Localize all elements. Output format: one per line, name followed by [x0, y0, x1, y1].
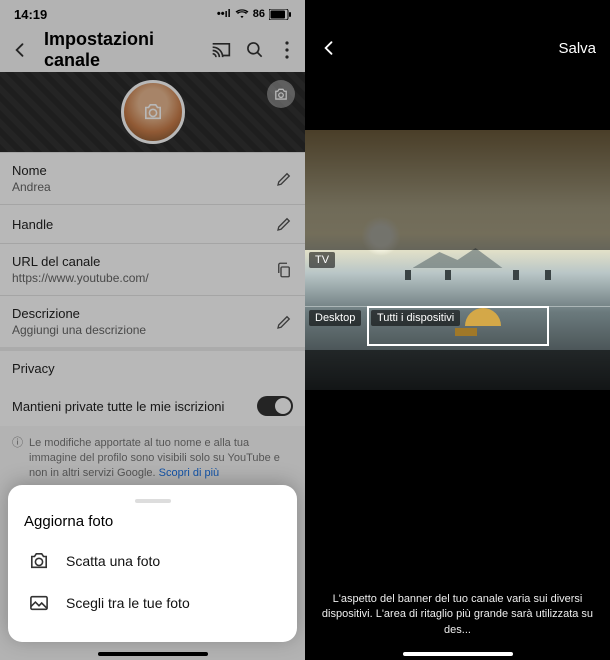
battery-level: 86: [253, 8, 265, 20]
pencil-icon[interactable]: [275, 313, 293, 331]
signal-icon: ••ıl: [217, 8, 231, 20]
take-photo-option[interactable]: Scatta una foto: [24, 540, 281, 582]
boat-graphic: [513, 270, 519, 280]
crop-dim-bottom: [305, 350, 610, 390]
camera-icon: [28, 552, 50, 570]
back-icon[interactable]: [319, 38, 339, 58]
banner-crop-screen: Salva TV Desktop Tutti i dispositivi L'a…: [305, 0, 610, 660]
status-time: 14:19: [14, 7, 47, 22]
home-indicator[interactable]: [98, 652, 208, 656]
save-button[interactable]: Salva: [558, 40, 596, 57]
home-indicator[interactable]: [403, 652, 513, 656]
page-title: Impostazioni canale: [44, 29, 197, 71]
boat-graphic: [405, 270, 411, 280]
copy-icon[interactable]: [275, 261, 293, 279]
row-handle[interactable]: Handle: [0, 204, 305, 243]
status-bar: [305, 0, 610, 28]
row-description[interactable]: Descrizione Aggiungi una descrizione: [0, 295, 305, 347]
take-photo-label: Scatta una foto: [66, 553, 160, 569]
learn-more-link[interactable]: Scopri di più: [159, 467, 220, 479]
description-label: Descrizione: [12, 306, 275, 321]
app-bar: Impostazioni canale: [0, 28, 305, 72]
mountain-graphic: [413, 248, 503, 268]
boat-graphic: [445, 270, 451, 280]
channel-settings-screen: 14:19 ••ıl 86 Impostazioni canale: [0, 0, 305, 660]
url-value: https://www.youtube.com/: [12, 271, 275, 285]
cast-icon[interactable]: [211, 42, 231, 59]
choose-photo-option[interactable]: Scegli tra le tue foto: [24, 582, 281, 624]
search-icon[interactable]: [245, 40, 265, 60]
name-label: Nome: [12, 163, 275, 178]
back-icon[interactable]: [10, 40, 30, 60]
sheet-title: Aggiorna foto: [24, 513, 281, 530]
photo-action-sheet: Aggiorna foto Scatta una foto Scegli tra…: [8, 485, 297, 642]
crop-caption: L'aspetto del banner del tuo canale vari…: [321, 592, 594, 638]
row-privacy-toggle: Mantieni private tutte le mie iscrizioni: [0, 386, 305, 426]
crop-label-desktop: Desktop: [309, 310, 361, 326]
info-text: Le modifiche apportate al tuo nome e all…: [29, 437, 280, 479]
status-bar: 14:19 ••ıl 86: [0, 0, 305, 28]
edit-banner-button[interactable]: [267, 80, 295, 108]
handle-label: Handle: [12, 217, 275, 232]
row-url[interactable]: URL del canale https://www.youtube.com/: [0, 243, 305, 295]
subscriptions-private-toggle[interactable]: [257, 396, 293, 416]
crop-label-tv: TV: [309, 252, 335, 268]
caption-line-2: dispositivi. L'area di ritaglio più gran…: [321, 607, 594, 638]
name-value: Andrea: [12, 180, 275, 194]
camera-icon: [142, 103, 164, 121]
privacy-heading-row: Privacy: [0, 347, 305, 386]
avatar[interactable]: [121, 80, 185, 144]
battery-icon: [269, 9, 291, 20]
row-name[interactable]: Nome Andrea: [0, 152, 305, 204]
wifi-icon: [235, 9, 249, 19]
gallery-icon: [28, 594, 50, 612]
privacy-heading: Privacy: [12, 361, 55, 376]
crop-app-bar: Salva: [305, 28, 610, 68]
channel-banner: [0, 72, 305, 152]
crop-label-all: Tutti i dispositivi: [371, 310, 460, 326]
caption-line-1: L'aspetto del banner del tuo canale vari…: [321, 592, 594, 607]
status-indicators: ••ıl 86: [217, 8, 291, 20]
pencil-icon[interactable]: [275, 170, 293, 188]
privacy-toggle-label: Mantieni private tutte le mie iscrizioni: [12, 399, 257, 414]
choose-photo-label: Scegli tra le tue foto: [66, 595, 190, 611]
crop-dim-top: [305, 130, 610, 250]
description-placeholder: Aggiungi una descrizione: [12, 323, 275, 337]
pencil-icon[interactable]: [275, 215, 293, 233]
url-label: URL del canale: [12, 254, 275, 269]
info-icon: ⓘ: [12, 436, 23, 481]
boat-graphic: [545, 270, 551, 280]
sheet-grabber[interactable]: [135, 499, 171, 503]
info-note: ⓘ Le modifiche apportate al tuo nome e a…: [0, 426, 305, 491]
more-icon[interactable]: [279, 40, 295, 60]
crop-preview[interactable]: TV Desktop Tutti i dispositivi: [305, 130, 610, 390]
